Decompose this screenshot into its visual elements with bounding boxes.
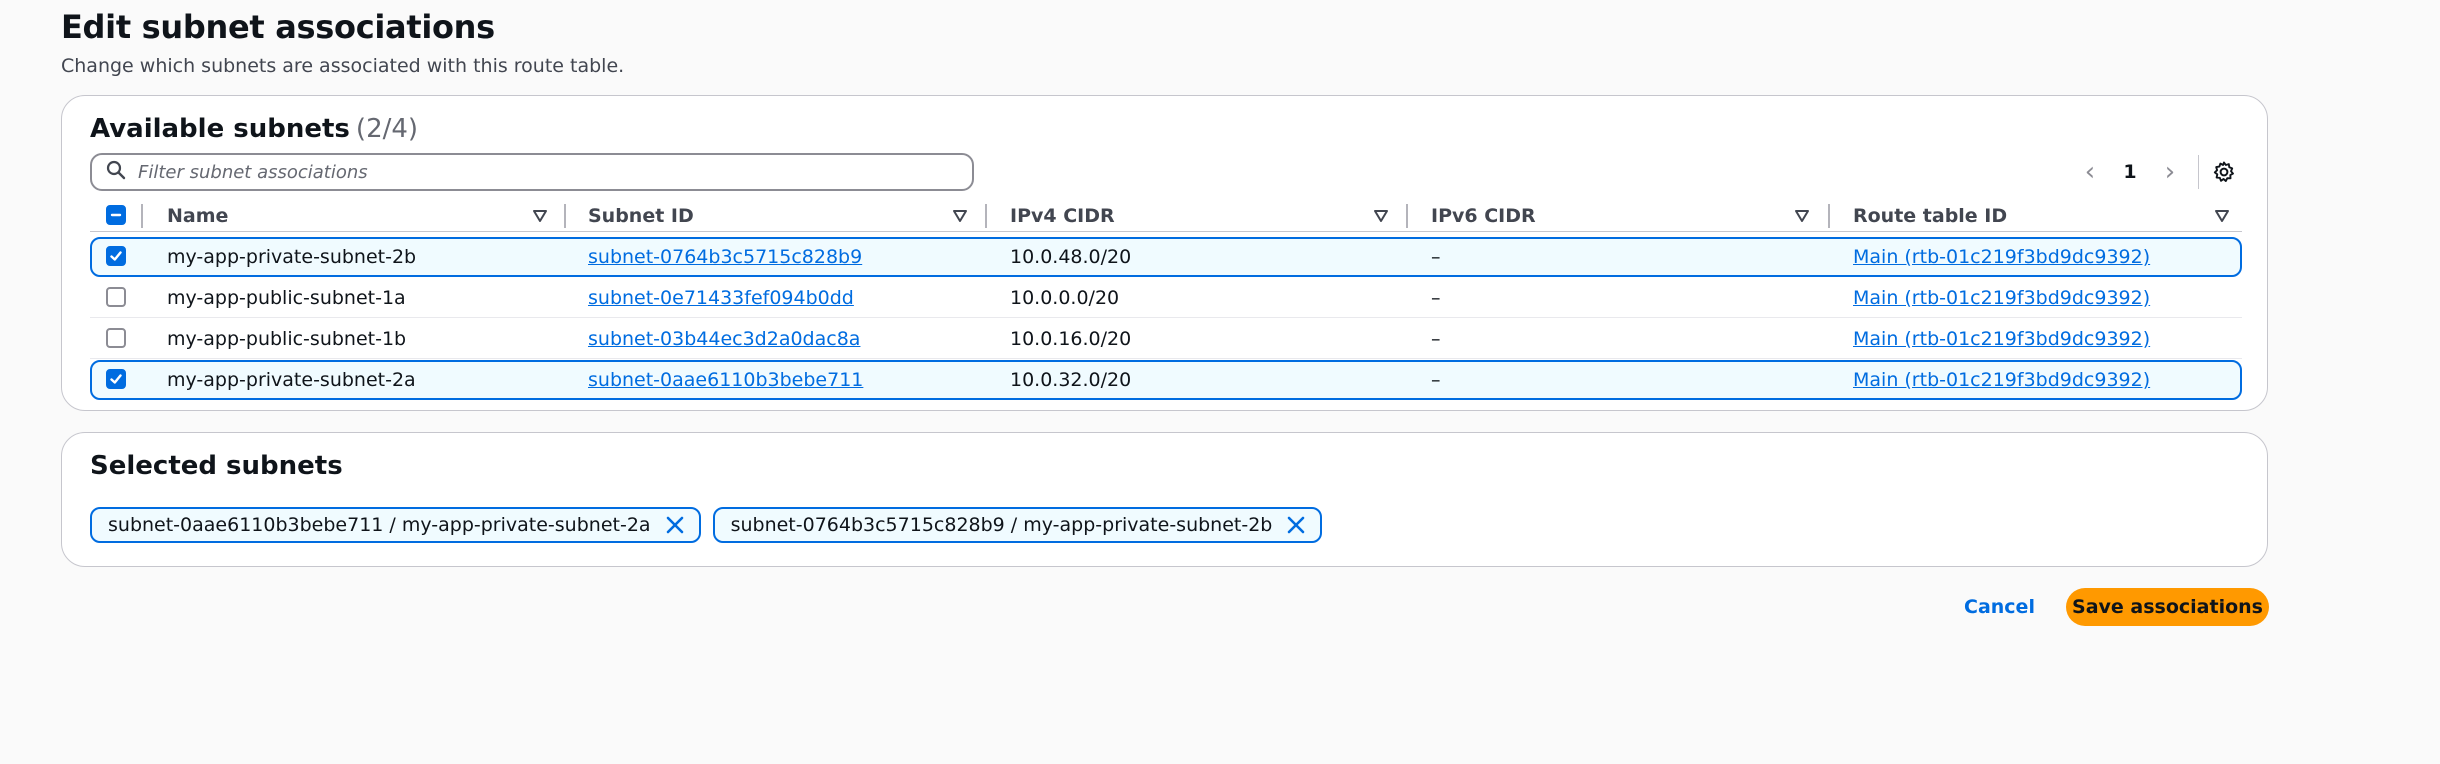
column-header-subnet-id[interactable]: Subnet ID: [588, 201, 694, 231]
token-label: subnet-0aae6110b3bebe711 / my-app-privat…: [108, 514, 651, 536]
column-label: IPv6 CIDR: [1431, 205, 1536, 227]
table-header: Name Subnet ID IPv4 CIDR IPv6 CIDR Route…: [90, 201, 2242, 232]
column-divider: [564, 204, 566, 228]
column-header-name[interactable]: Name: [167, 201, 228, 231]
column-divider: [141, 204, 143, 228]
selected-subnet-token: subnet-0764b3c5715c828b9 / my-app-privat…: [712, 507, 1323, 543]
column-label: Name: [167, 205, 229, 227]
select-all-checkbox[interactable]: [106, 205, 126, 225]
selected-subnet-token: subnet-0aae6110b3bebe711 / my-app-privat…: [90, 507, 701, 543]
selected-subnets-panel: Selected subnets subnet-0aae6110b3bebe71…: [61, 432, 2268, 567]
ipv6-cidr: –: [1431, 286, 1441, 309]
close-icon[interactable]: [661, 511, 689, 539]
column-divider: [1828, 204, 1830, 228]
page-number[interactable]: 1: [2110, 161, 2150, 183]
filter-input[interactable]: [136, 160, 960, 184]
ipv6-cidr: –: [1431, 369, 1441, 391]
filter-box[interactable]: [90, 153, 974, 191]
row-checkbox[interactable]: [106, 328, 126, 348]
table-row[interactable]: my-app-private-subnet-2a subnet-0aae6110…: [90, 360, 2242, 400]
close-icon[interactable]: [1282, 511, 1310, 539]
ipv4-cidr: 10.0.0.0/20: [1010, 286, 1120, 309]
subnet-id-link[interactable]: subnet-0aae6110b3bebe711: [588, 362, 863, 398]
available-subnets-heading: Available subnets (2/4): [90, 114, 418, 144]
sort-caret-icon[interactable]: [1794, 201, 1810, 231]
subnet-name: my-app-public-subnet-1a: [167, 286, 406, 309]
selected-subnets-title: Selected subnets: [90, 451, 343, 481]
chevron-right-icon[interactable]: ›: [2150, 159, 2190, 185]
ipv4-cidr: 10.0.48.0/20: [1010, 246, 1132, 268]
subnet-name: my-app-public-subnet-1b: [167, 327, 407, 350]
route-table-link[interactable]: Main (rtb-01c219f3bd9dc9392): [1853, 319, 2150, 358]
ipv4-cidr: 10.0.16.0/20: [1010, 327, 1132, 350]
ipv6-cidr: –: [1431, 327, 1441, 350]
column-label: Subnet ID: [588, 205, 694, 227]
chevron-left-icon[interactable]: ‹: [2070, 159, 2110, 185]
available-subnets-title: Available subnets: [90, 114, 350, 144]
pagination: ‹ 1 ›: [2070, 152, 2239, 192]
table-row[interactable]: my-app-public-subnet-1a subnet-0e71433fe…: [90, 278, 2242, 318]
table-row[interactable]: my-app-public-subnet-1b subnet-03b44ec3d…: [90, 319, 2242, 359]
save-associations-button[interactable]: Save associations: [2066, 588, 2269, 626]
route-table-link[interactable]: Main (rtb-01c219f3bd9dc9392): [1853, 278, 2150, 317]
cancel-button[interactable]: Cancel: [1958, 588, 2041, 626]
gear-icon[interactable]: [2209, 157, 2239, 187]
subnet-name: my-app-private-subnet-2a: [167, 369, 416, 391]
column-header-ipv4-cidr[interactable]: IPv4 CIDR: [1010, 201, 1115, 231]
column-header-ipv6-cidr[interactable]: IPv6 CIDR: [1431, 201, 1536, 231]
available-subnets-count: (2/4): [355, 114, 419, 144]
sort-caret-icon[interactable]: [2214, 201, 2230, 231]
route-table-link[interactable]: Main (rtb-01c219f3bd9dc9392): [1853, 239, 2150, 275]
row-checkbox[interactable]: [106, 369, 126, 389]
selected-token-list: subnet-0aae6110b3bebe711 / my-app-privat…: [90, 507, 1323, 543]
column-divider: [985, 204, 987, 228]
subnet-id-link[interactable]: subnet-03b44ec3d2a0dac8a: [588, 319, 860, 358]
column-label: IPv4 CIDR: [1010, 205, 1115, 227]
sort-caret-icon[interactable]: [952, 201, 968, 231]
ipv4-cidr: 10.0.32.0/20: [1010, 369, 1132, 391]
page-description: Change which subnets are associated with…: [61, 55, 625, 77]
column-label: Route table ID: [1853, 205, 2008, 227]
sort-caret-icon[interactable]: [532, 201, 548, 231]
table-row[interactable]: my-app-private-subnet-2b subnet-0764b3c5…: [90, 237, 2242, 277]
row-checkbox[interactable]: [106, 287, 126, 307]
column-header-route-table-id[interactable]: Route table ID: [1853, 201, 2007, 231]
row-checkbox[interactable]: [106, 246, 126, 266]
subnet-id-link[interactable]: subnet-0764b3c5715c828b9: [588, 239, 862, 275]
pager-divider: [2198, 155, 2199, 189]
column-divider: [1406, 204, 1408, 228]
token-label: subnet-0764b3c5715c828b9 / my-app-privat…: [730, 514, 1273, 536]
subnet-name: my-app-private-subnet-2b: [167, 246, 417, 268]
subnet-id-link[interactable]: subnet-0e71433fef094b0dd: [588, 278, 854, 317]
available-subnets-panel: Available subnets(2/4) ‹ 1 › Name Subnet…: [61, 95, 2268, 411]
search-icon: [106, 160, 126, 184]
page-title: Edit subnet associations: [61, 8, 495, 46]
ipv6-cidr: –: [1431, 246, 1441, 268]
route-table-link[interactable]: Main (rtb-01c219f3bd9dc9392): [1853, 362, 2150, 398]
sort-caret-icon[interactable]: [1373, 201, 1389, 231]
